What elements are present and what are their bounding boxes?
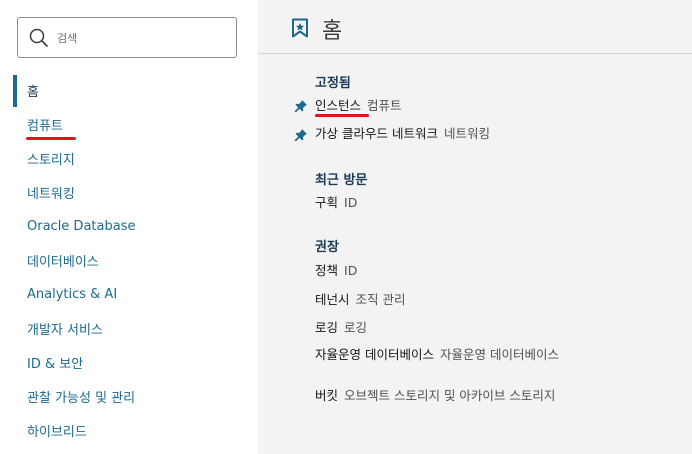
sidebar-item-databases[interactable]: 데이터베이스 bbox=[0, 243, 258, 277]
recent-heading: 최근 방문 bbox=[315, 173, 368, 188]
pin-icon[interactable] bbox=[294, 99, 308, 113]
item-name: 로깅 bbox=[315, 320, 339, 335]
sidebar-item-home[interactable]: 홈 bbox=[0, 73, 258, 107]
recommended-item-tenancy[interactable]: 테넌시 조직 관리 bbox=[315, 291, 406, 308]
item-name: 버킷 bbox=[315, 388, 339, 403]
item-category: ID bbox=[344, 263, 358, 278]
sidebar-item-hybrid[interactable]: 하이브리드 bbox=[0, 413, 258, 447]
page-header: 홈 bbox=[258, 0, 692, 54]
recent-item-compartments[interactable]: 구획 ID bbox=[315, 194, 357, 211]
recommended-item-policies[interactable]: 정책 ID bbox=[315, 262, 357, 279]
search-placeholder: 검색 bbox=[57, 31, 78, 45]
nav-list: 홈 컴퓨트 스토리지 네트워킹 Oracle Database 데이터베이스 A… bbox=[0, 73, 258, 447]
item-category: 로깅 bbox=[344, 320, 368, 335]
search-input[interactable]: 검색 bbox=[17, 17, 237, 58]
sidebar-item-identity-security[interactable]: ID & 보안 bbox=[0, 345, 258, 379]
item-category: 네트워킹 bbox=[443, 126, 490, 141]
pinned-item-instances[interactable]: 인스턴스 컴퓨트 bbox=[315, 97, 402, 114]
main-panel: 홈 고정됨 인스턴스 컴퓨트 가상 클라우드 네트워크 네트워킹 최근 방문 구획 I… bbox=[258, 0, 692, 454]
page-title: 홈 bbox=[322, 19, 343, 44]
item-category: 컴퓨트 bbox=[367, 98, 402, 113]
item-name: 테넌시 bbox=[315, 292, 350, 307]
item-name: 자율운영 데이터베이스 bbox=[315, 347, 434, 362]
sidebar-item-networking[interactable]: 네트워킹 bbox=[0, 175, 258, 209]
item-name: 구획 bbox=[315, 195, 339, 210]
pinned-item-vcn[interactable]: 가상 클라우드 네트워크 네트워킹 bbox=[315, 125, 490, 142]
search-icon bbox=[29, 28, 48, 47]
sidebar-nav: 검색 홈 컴퓨트 스토리지 네트워킹 Oracle Database 데이터베이… bbox=[0, 0, 258, 454]
recommended-item-autonomous-db[interactable]: 자율운영 데이터베이스 자율운영 데이터베이스 bbox=[315, 346, 575, 363]
sidebar-item-oracle-database[interactable]: Oracle Database bbox=[0, 209, 258, 243]
bookmark-icon[interactable] bbox=[291, 18, 309, 38]
pinned-heading: 고정됨 bbox=[315, 76, 351, 91]
item-category: 자율운영 데이터베이스 bbox=[439, 347, 559, 362]
sidebar-item-compute[interactable]: 컴퓨트 bbox=[0, 107, 258, 141]
recommended-item-buckets[interactable]: 버킷 오브젝트 스토리지 및 아카이브 스토리지 bbox=[315, 387, 575, 404]
sidebar-item-developer-services[interactable]: 개발자 서비스 bbox=[0, 311, 258, 345]
pin-icon[interactable] bbox=[294, 128, 308, 142]
recommended-item-logging[interactable]: 로깅 로깅 bbox=[315, 319, 367, 336]
item-category: ID bbox=[344, 195, 358, 210]
item-category: 조직 관리 bbox=[355, 292, 406, 307]
sidebar-item-observability[interactable]: 관찰 가능성 및 관리 bbox=[0, 379, 258, 413]
item-category: 오브젝트 스토리지 및 아카이브 스토리지 bbox=[344, 388, 556, 403]
compute-annotation-underline bbox=[26, 137, 76, 140]
item-name: 가상 클라우드 네트워크 bbox=[315, 126, 438, 141]
item-name: 인스턴스 bbox=[315, 98, 362, 113]
item-name: 정책 bbox=[315, 263, 339, 278]
recommended-heading: 권장 bbox=[315, 240, 339, 255]
instances-annotation-underline bbox=[315, 114, 369, 117]
sidebar-item-storage[interactable]: 스토리지 bbox=[0, 141, 258, 175]
sidebar-item-analytics-ai[interactable]: Analytics & AI bbox=[0, 277, 258, 311]
